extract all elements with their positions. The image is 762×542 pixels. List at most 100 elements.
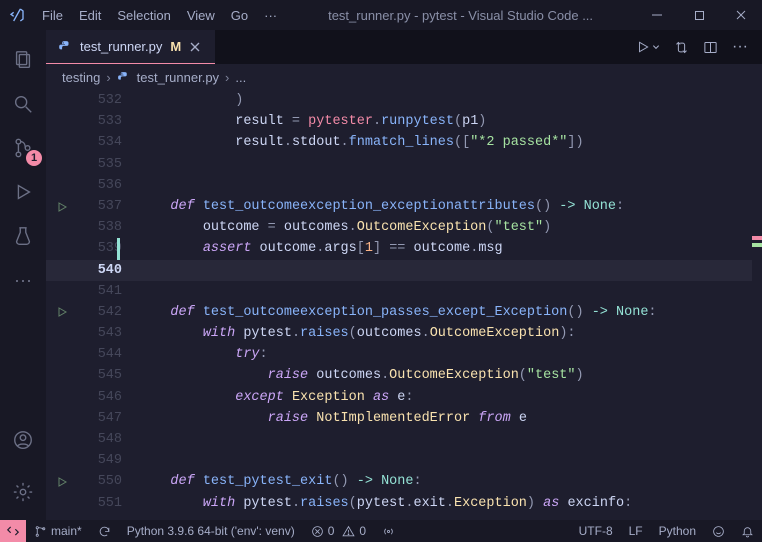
breadcrumbs[interactable]: testing › test_runner.py › ... — [46, 64, 762, 90]
editor-tabs: test_runner.py M ··· — [46, 30, 762, 64]
window-title: test_runner.py - pytest - Visual Studio … — [285, 8, 636, 23]
gutter-spacer — [46, 132, 78, 153]
code-line[interactable]: 536 — [46, 175, 762, 196]
code-line[interactable]: 543 with pytest.raises(outcomes.OutcomeE… — [46, 323, 762, 344]
line-number: 544 — [78, 344, 138, 365]
gutter-spacer — [46, 238, 78, 259]
compare-changes-button[interactable] — [674, 40, 689, 55]
activity-accounts[interactable] — [0, 418, 46, 462]
code-content: except Exception as e: — [138, 387, 762, 408]
window-maximize-button[interactable] — [678, 0, 720, 30]
branch-button[interactable]: main* — [26, 520, 90, 542]
code-content — [138, 260, 762, 281]
window-minimize-button[interactable] — [636, 0, 678, 30]
interpreter-button[interactable]: Python 3.9.6 64-bit ('env': venv) — [119, 520, 303, 542]
activity-bar: 1 ··· — [0, 30, 46, 520]
code-line[interactable]: 539 assert outcome.args[1] == outcome.ms… — [46, 238, 762, 259]
code-line[interactable]: 550 def test_pytest_exit() -> None: — [46, 471, 762, 492]
menu-go[interactable]: Go — [223, 4, 256, 27]
window-close-button[interactable] — [720, 0, 762, 30]
tab-modified-indicator: M — [170, 39, 181, 54]
live-share-button[interactable] — [374, 520, 403, 542]
activity-testing[interactable] — [0, 214, 46, 258]
line-number: 540 — [78, 260, 138, 281]
code-editor[interactable]: 532 )533 result = pytester.runpytest(p1)… — [46, 90, 762, 520]
error-icon — [311, 525, 324, 538]
window-controls — [636, 0, 762, 30]
feedback-button[interactable] — [704, 520, 733, 542]
breadcrumb-trail[interactable]: ... — [235, 70, 246, 85]
line-number: 550 — [78, 471, 138, 492]
code-line[interactable]: 549 — [46, 450, 762, 471]
gutter-spacer — [46, 90, 78, 111]
line-number: 542 — [78, 302, 138, 323]
code-line[interactable]: 542 def test_outcomeexception_passes_exc… — [46, 302, 762, 323]
code-line[interactable]: 547 raise NotImplementedError from e — [46, 408, 762, 429]
run-test-gutter-icon[interactable] — [46, 471, 78, 492]
code-line[interactable]: 546 except Exception as e: — [46, 387, 762, 408]
code-line[interactable]: 538 outcome = outcomes.OutcomeException(… — [46, 217, 762, 238]
menu-edit[interactable]: Edit — [71, 4, 109, 27]
activity-settings[interactable] — [0, 470, 46, 514]
warning-count: 0 — [359, 524, 366, 538]
modified-line-indicator — [117, 238, 120, 259]
line-number: 537 — [78, 196, 138, 217]
breadcrumb-folder[interactable]: testing — [62, 70, 100, 85]
gutter-spacer — [46, 365, 78, 386]
problems-button[interactable]: 0 0 — [303, 520, 374, 542]
eol-button[interactable]: LF — [621, 520, 651, 542]
tab-close-button[interactable] — [189, 41, 203, 53]
activity-explorer[interactable] — [0, 38, 46, 82]
code-content: def test_outcomeexception_exceptionattri… — [138, 196, 762, 217]
menu-file[interactable]: File — [34, 4, 71, 27]
notifications-button[interactable] — [733, 520, 762, 542]
menu-overflow[interactable]: ··· — [256, 4, 285, 27]
editor-more-button[interactable]: ··· — [732, 38, 748, 56]
code-content: def test_outcomeexception_passes_except_… — [138, 302, 762, 323]
remote-button[interactable] — [0, 520, 26, 542]
line-number: 548 — [78, 429, 138, 450]
status-bar: main* Python 3.9.6 64-bit ('env': venv) … — [0, 520, 762, 542]
error-count: 0 — [328, 524, 335, 538]
code-line[interactable]: 544 try: — [46, 344, 762, 365]
gutter-spacer — [46, 493, 78, 514]
language-button[interactable]: Python — [651, 520, 704, 542]
menu-view[interactable]: View — [179, 4, 223, 27]
code-line[interactable]: 532 ) — [46, 90, 762, 111]
code-line[interactable]: 545 raise outcomes.OutcomeException("tes… — [46, 365, 762, 386]
menu-selection[interactable]: Selection — [109, 4, 178, 27]
breadcrumb-file[interactable]: test_runner.py — [137, 70, 219, 85]
line-number: 539 — [78, 238, 138, 259]
line-number: 534 — [78, 132, 138, 153]
code-line[interactable]: 541 — [46, 281, 762, 302]
split-editor-button[interactable] — [703, 40, 718, 55]
encoding-button[interactable]: UTF-8 — [571, 520, 621, 542]
code-line[interactable]: 540 — [46, 260, 762, 281]
run-file-button[interactable] — [636, 40, 660, 54]
code-content — [138, 429, 762, 450]
gutter-spacer — [46, 450, 78, 471]
code-line[interactable]: 533 result = pytester.runpytest(p1) — [46, 111, 762, 132]
activity-source-control[interactable]: 1 — [0, 126, 46, 170]
line-number: 545 — [78, 365, 138, 386]
activity-search[interactable] — [0, 82, 46, 126]
code-line[interactable]: 534 result.stdout.fnmatch_lines(["*2 pas… — [46, 132, 762, 153]
chevron-right-icon: › — [106, 70, 110, 85]
line-number: 538 — [78, 217, 138, 238]
run-test-gutter-icon[interactable] — [46, 302, 78, 323]
minimap[interactable] — [752, 90, 762, 520]
sync-button[interactable] — [90, 520, 119, 542]
run-test-gutter-icon[interactable] — [46, 196, 78, 217]
tab-active[interactable]: test_runner.py M — [46, 30, 215, 64]
activity-run-debug[interactable] — [0, 170, 46, 214]
gutter-spacer — [46, 154, 78, 175]
code-line[interactable]: 535 — [46, 154, 762, 175]
code-line[interactable]: 551 with pytest.raises(pytest.exit.Excep… — [46, 493, 762, 514]
line-number: 533 — [78, 111, 138, 132]
code-line[interactable]: 548 — [46, 429, 762, 450]
gutter-spacer — [46, 217, 78, 238]
code-line[interactable]: 537 def test_outcomeexception_exceptiona… — [46, 196, 762, 217]
code-content: try: — [138, 344, 762, 365]
tab-label: test_runner.py — [80, 39, 162, 54]
activity-more[interactable]: ··· — [0, 258, 46, 302]
